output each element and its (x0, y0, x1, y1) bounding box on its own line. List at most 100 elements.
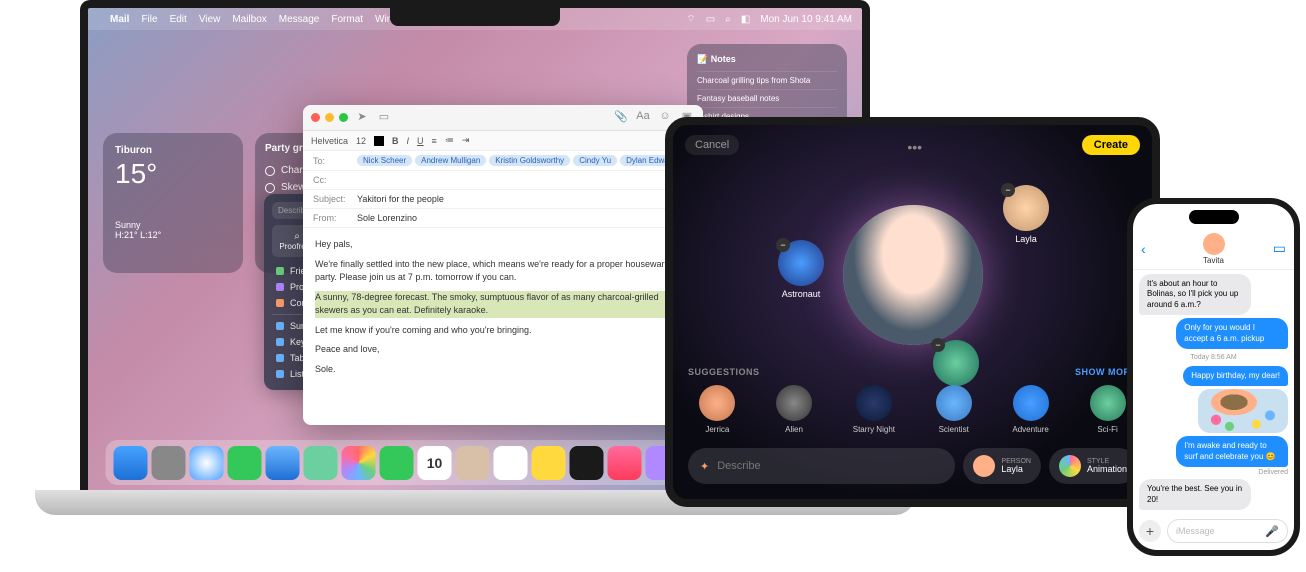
to-field[interactable]: Nick ScheerAndrew MulliganKristin Goldsw… (357, 155, 693, 166)
suggestion-scientist[interactable]: Scientist (936, 385, 972, 434)
astronaut-bubble[interactable]: − (778, 240, 824, 286)
window-controls (311, 113, 348, 122)
mail-toolbar: ➤ ▭ 📎 Aa ☺ ▣ (303, 105, 703, 131)
suggestions-label: SUGGESTIONS (688, 367, 760, 377)
battery-icon[interactable]: ▭ (706, 14, 715, 25)
menu-edit[interactable]: Edit (170, 14, 187, 25)
menu-format[interactable]: Format (331, 14, 363, 25)
align-icon[interactable]: ≡ (432, 136, 437, 146)
contacts-icon[interactable] (456, 446, 490, 480)
describe-input[interactable]: ✦ Describe (688, 448, 955, 484)
reminder-checkbox-icon[interactable] (265, 166, 275, 176)
reminders-icon[interactable] (494, 446, 528, 480)
messages-header: ‹ Tavita ▭ (1133, 228, 1294, 270)
format-icon[interactable]: Aa (635, 110, 651, 126)
send-icon[interactable]: ➤ (354, 110, 370, 126)
attach-icon[interactable]: 📎 (613, 110, 629, 126)
remove-icon[interactable]: − (1001, 183, 1015, 197)
facetime-icon[interactable] (380, 446, 414, 480)
more-icon[interactable]: ••• (907, 139, 922, 155)
suggestion-starry[interactable]: Starry Night (853, 385, 895, 434)
suggestion-scifi[interactable]: Sci-Fi (1090, 385, 1126, 434)
iphone-device: ‹ Tavita ▭ It's about an hour to Bolinas… (1127, 198, 1300, 556)
mail-body[interactable]: Hey pals, We're finally settled into the… (303, 228, 703, 425)
person-selector[interactable]: PERSONLayla (963, 448, 1041, 484)
notes-icon[interactable] (532, 446, 566, 480)
menu-view[interactable]: View (199, 14, 221, 25)
search-icon[interactable]: ⌕ (725, 14, 731, 25)
suggestion-alien[interactable]: Alien (776, 385, 812, 434)
launchpad-icon[interactable] (152, 446, 186, 480)
layla-bubble[interactable]: − (1003, 185, 1049, 231)
outgoing-message: Happy birthday, my dear! (1183, 366, 1288, 386)
maximize-icon[interactable] (339, 113, 348, 122)
suggestion-jerrica[interactable]: Jerrica (699, 385, 735, 434)
remove-icon[interactable]: − (776, 238, 790, 252)
notch (390, 8, 560, 26)
calendar-icon[interactable]: 10 (418, 446, 452, 480)
dynamic-island (1189, 210, 1239, 224)
weather-hilo: H:21° L:12° (115, 230, 231, 240)
app-name[interactable]: Mail (110, 14, 129, 25)
size-select[interactable]: 12 (356, 136, 366, 146)
weather-location: Tiburon (115, 145, 231, 156)
menu-mailbox[interactable]: Mailbox (232, 14, 266, 25)
remove-icon[interactable]: − (931, 338, 945, 352)
from-field[interactable]: Sole Lorenzino (357, 213, 693, 223)
facetime-icon[interactable]: ▭ (1273, 240, 1286, 257)
suggestion-adventure[interactable]: Adventure (1012, 385, 1048, 434)
datetime[interactable]: Mon Jun 10 9:41 AM (760, 14, 852, 25)
mic-icon[interactable]: 🎤 (1265, 525, 1279, 538)
indent-icon[interactable]: ⇥ (462, 135, 470, 146)
menu-file[interactable]: File (141, 14, 157, 25)
maps-icon[interactable] (304, 446, 338, 480)
cancel-button[interactable]: Cancel (685, 135, 739, 155)
close-icon[interactable] (311, 113, 320, 122)
color-icon[interactable] (374, 136, 384, 146)
reminder-checkbox-icon[interactable] (265, 183, 275, 193)
outgoing-message: Only for you would I accept a 6 a.m. pic… (1176, 318, 1288, 349)
music-icon[interactable] (608, 446, 642, 480)
tv-icon[interactable] (570, 446, 604, 480)
bold-icon[interactable]: B (392, 136, 399, 146)
wifi-icon[interactable]: ⌔ (686, 13, 695, 26)
font-select[interactable]: Helvetica (311, 136, 348, 146)
timestamp: Today 8:56 AM (1139, 354, 1288, 361)
finder-icon[interactable] (114, 446, 148, 480)
header-icon[interactable]: ▭ (376, 110, 392, 126)
image-message[interactable] (1198, 389, 1288, 433)
underline-icon[interactable]: U (417, 136, 424, 146)
notes-icon: 📝 (697, 54, 711, 64)
mail-icon[interactable] (266, 446, 300, 480)
note-item[interactable]: Fantasy baseball notes (697, 89, 837, 107)
list-icon[interactable]: ≔ (445, 135, 454, 146)
ipad-device: Cancel ••• Create − Astronaut − Layla − … (665, 117, 1160, 507)
selected-text: A sunny, 78-degree forecast. The smoky, … (315, 291, 691, 318)
create-button[interactable]: Create (1082, 135, 1140, 155)
layla-label: Layla (996, 234, 1056, 244)
control-center-icon[interactable]: ◧ (741, 14, 750, 25)
incoming-message: You're the best. See you in 20! (1139, 479, 1251, 510)
minimize-icon[interactable] (325, 113, 334, 122)
style-selector[interactable]: STYLEAnimation (1049, 448, 1137, 484)
photos-icon[interactable] (342, 446, 376, 480)
main-avatar[interactable] (843, 205, 983, 345)
sparkle-icon: ✦ (700, 460, 709, 473)
messages-list[interactable]: It's about an hour to Bolinas, so I'll p… (1133, 270, 1294, 514)
mail-compose-window: ➤ ▭ 📎 Aa ☺ ▣ Helvetica 12 B I U ≡ ≔ ⇥ To… (303, 105, 703, 425)
safari-icon[interactable] (190, 446, 224, 480)
contact-name[interactable]: Tavita (1203, 256, 1224, 265)
message-input-bar: + iMessage 🎤 (1139, 518, 1288, 544)
menu-message[interactable]: Message (279, 14, 320, 25)
note-item[interactable]: Charcoal grilling tips from Shota (697, 71, 837, 89)
incoming-message: It's about an hour to Bolinas, so I'll p… (1139, 274, 1251, 315)
back-icon[interactable]: ‹ (1141, 241, 1146, 257)
italic-icon[interactable]: I (407, 136, 410, 146)
subject-field[interactable]: Yakitori for the people (357, 194, 693, 204)
delivered-status: Delivered (1258, 469, 1288, 476)
message-input[interactable]: iMessage 🎤 (1167, 519, 1288, 543)
contact-avatar[interactable] (1203, 233, 1225, 255)
weather-widget[interactable]: Tiburon 15° Sunny H:21° L:12° (103, 133, 243, 273)
plus-icon[interactable]: + (1139, 520, 1161, 542)
messages-icon[interactable] (228, 446, 262, 480)
